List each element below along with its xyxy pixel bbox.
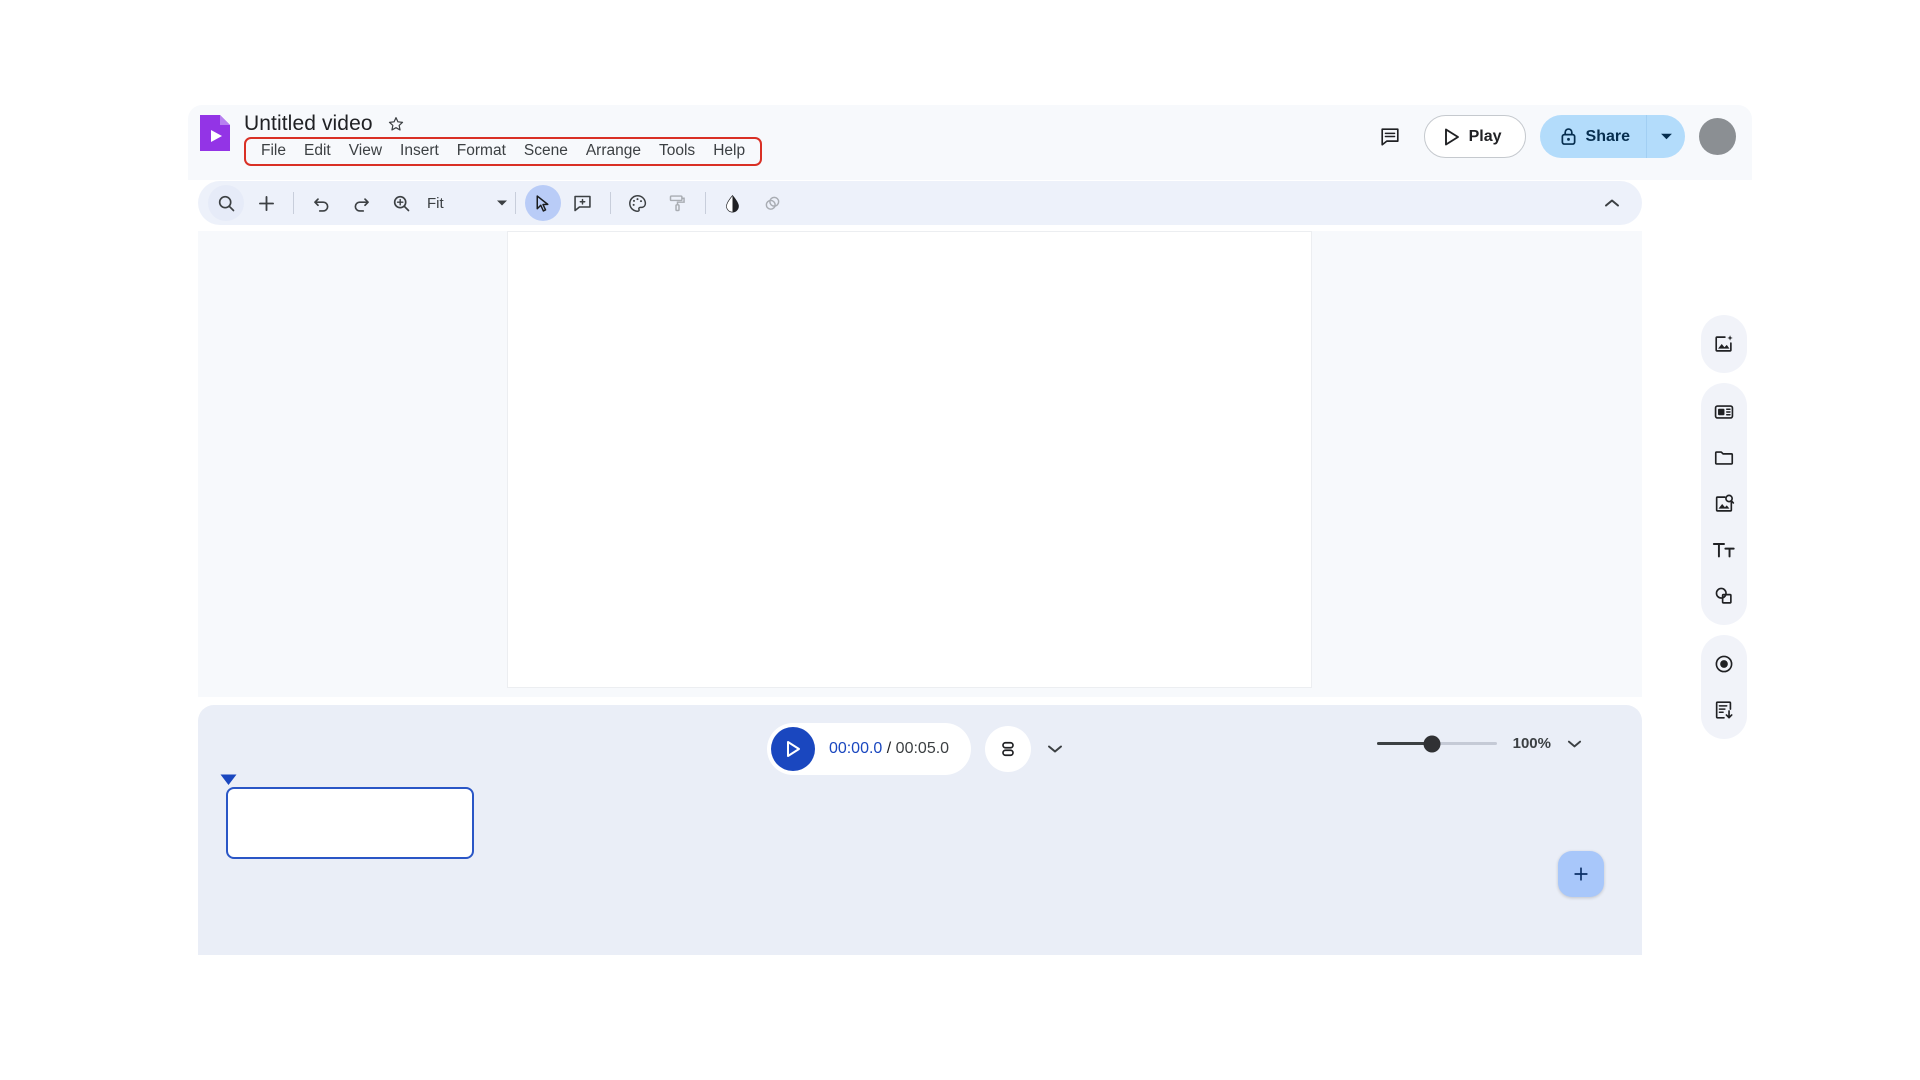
timeline-layers-button[interactable] — [985, 726, 1032, 772]
record-icon[interactable] — [1701, 641, 1747, 687]
comment-icon — [1380, 127, 1399, 146]
document-title-row: Untitled video — [244, 112, 405, 136]
comment-button[interactable] — [1370, 117, 1410, 157]
timeline-layers-dropdown[interactable] — [1037, 731, 1073, 767]
menu-item-format[interactable]: Format — [448, 140, 515, 162]
timeline-zoom-slider[interactable] — [1376, 735, 1497, 752]
menu-bar: File Edit View Insert Format Scene Arran… — [244, 137, 763, 166]
share-button[interactable]: Share — [1540, 115, 1647, 158]
play-button-label: Play — [1468, 127, 1502, 145]
menu-item-tools[interactable]: Tools — [650, 140, 704, 162]
slider-thumb[interactable] — [1423, 735, 1441, 752]
share-button-group[interactable]: Share — [1539, 115, 1685, 158]
timeline-play-button[interactable] — [770, 727, 815, 771]
canvas-stage — [198, 231, 1642, 697]
timeline-zoom-value: 100% — [1512, 735, 1551, 752]
editor-toolbar: Fit — [198, 181, 1642, 225]
timeline-time-display: 00:00.0 / 00:05.0 — [829, 740, 949, 758]
play-triangle-icon — [786, 741, 800, 757]
vids-logo-icon — [200, 115, 230, 151]
vids-editor-window: Untitled video File Edit View Insert For… — [188, 105, 1752, 965]
chevron-up-icon — [1605, 199, 1619, 207]
right-sidebar — [1696, 315, 1752, 739]
header-actions: Play Share — [1370, 115, 1736, 158]
menu-item-edit[interactable]: Edit — [295, 140, 340, 162]
timeline-clip[interactable] — [226, 787, 474, 859]
fill-color-icon[interactable] — [715, 185, 751, 221]
add-comment-icon[interactable] — [565, 185, 601, 221]
app-header: Untitled video File Edit View Insert For… — [188, 105, 1752, 180]
rail-group-assets — [1701, 383, 1747, 625]
chevron-down-icon — [1048, 745, 1063, 753]
timeline-zoom-dropdown[interactable] — [1567, 739, 1582, 749]
redo-icon[interactable] — [343, 185, 379, 221]
layers-icon — [1002, 741, 1014, 757]
zoom-dropdown-button[interactable] — [496, 199, 508, 207]
rail-group-record-export — [1701, 635, 1747, 739]
play-button[interactable]: Play — [1423, 115, 1526, 158]
toolbar-divider — [704, 192, 706, 214]
share-button-label: Share — [1585, 127, 1630, 145]
page-title[interactable]: Untitled video — [244, 112, 373, 136]
cursor-select-icon[interactable] — [524, 185, 561, 221]
menu-item-arrange[interactable]: Arrange — [577, 140, 650, 162]
avatar[interactable] — [1699, 118, 1736, 155]
time-separator: / — [882, 740, 896, 757]
menu-item-insert[interactable]: Insert — [391, 140, 448, 162]
star-outline-icon[interactable] — [387, 115, 405, 133]
stock-media-icon[interactable] — [1701, 481, 1747, 527]
media-card-icon[interactable] — [1701, 389, 1747, 435]
folder-icon[interactable] — [1701, 435, 1747, 481]
caret-down-icon — [1660, 133, 1672, 140]
toolbar-divider — [609, 192, 611, 214]
toolbar-divider — [293, 192, 294, 214]
export-icon[interactable] — [1701, 687, 1747, 733]
undo-icon[interactable] — [303, 185, 339, 221]
share-dropdown-button[interactable] — [1647, 115, 1685, 158]
menu-item-help[interactable]: Help — [704, 140, 754, 162]
lock-icon — [1561, 128, 1576, 145]
zoom-icon[interactable] — [383, 185, 419, 221]
play-triangle-icon — [1444, 128, 1459, 145]
text-icon[interactable] — [1701, 527, 1747, 573]
menu-item-scene[interactable]: Scene — [515, 140, 577, 162]
current-time: 00:00.0 — [828, 740, 883, 757]
collapse-toolbar-button[interactable] — [1594, 185, 1630, 221]
paint-format-icon[interactable] — [660, 185, 696, 221]
toolbar-divider — [514, 192, 516, 214]
menu-item-file[interactable]: File — [252, 140, 295, 162]
add-scene-button[interactable] — [1558, 851, 1604, 897]
generate-image-icon[interactable] — [1701, 321, 1747, 367]
total-time: 00:05.0 — [895, 740, 950, 757]
transparency-icon[interactable] — [755, 185, 791, 221]
timeline-player: 00:00.0 / 00:05.0 — [766, 723, 972, 775]
add-icon — [1574, 867, 1588, 881]
rail-group-generate — [1701, 315, 1747, 373]
shapes-icon[interactable] — [1701, 573, 1747, 619]
palette-icon[interactable] — [620, 185, 656, 221]
add-icon[interactable] — [248, 185, 284, 221]
search-icon[interactable] — [208, 185, 244, 221]
zoom-level-value[interactable]: Fit — [427, 195, 444, 212]
menu-item-view[interactable]: View — [340, 140, 391, 162]
caret-down-icon — [496, 200, 507, 206]
timeline-panel: 00:00.0 / 00:05.0 100% — [198, 705, 1642, 955]
timeline-zoom-controls: 100% — [1376, 735, 1582, 752]
video-canvas[interactable] — [507, 231, 1312, 688]
chevron-down-icon — [1567, 740, 1582, 747]
